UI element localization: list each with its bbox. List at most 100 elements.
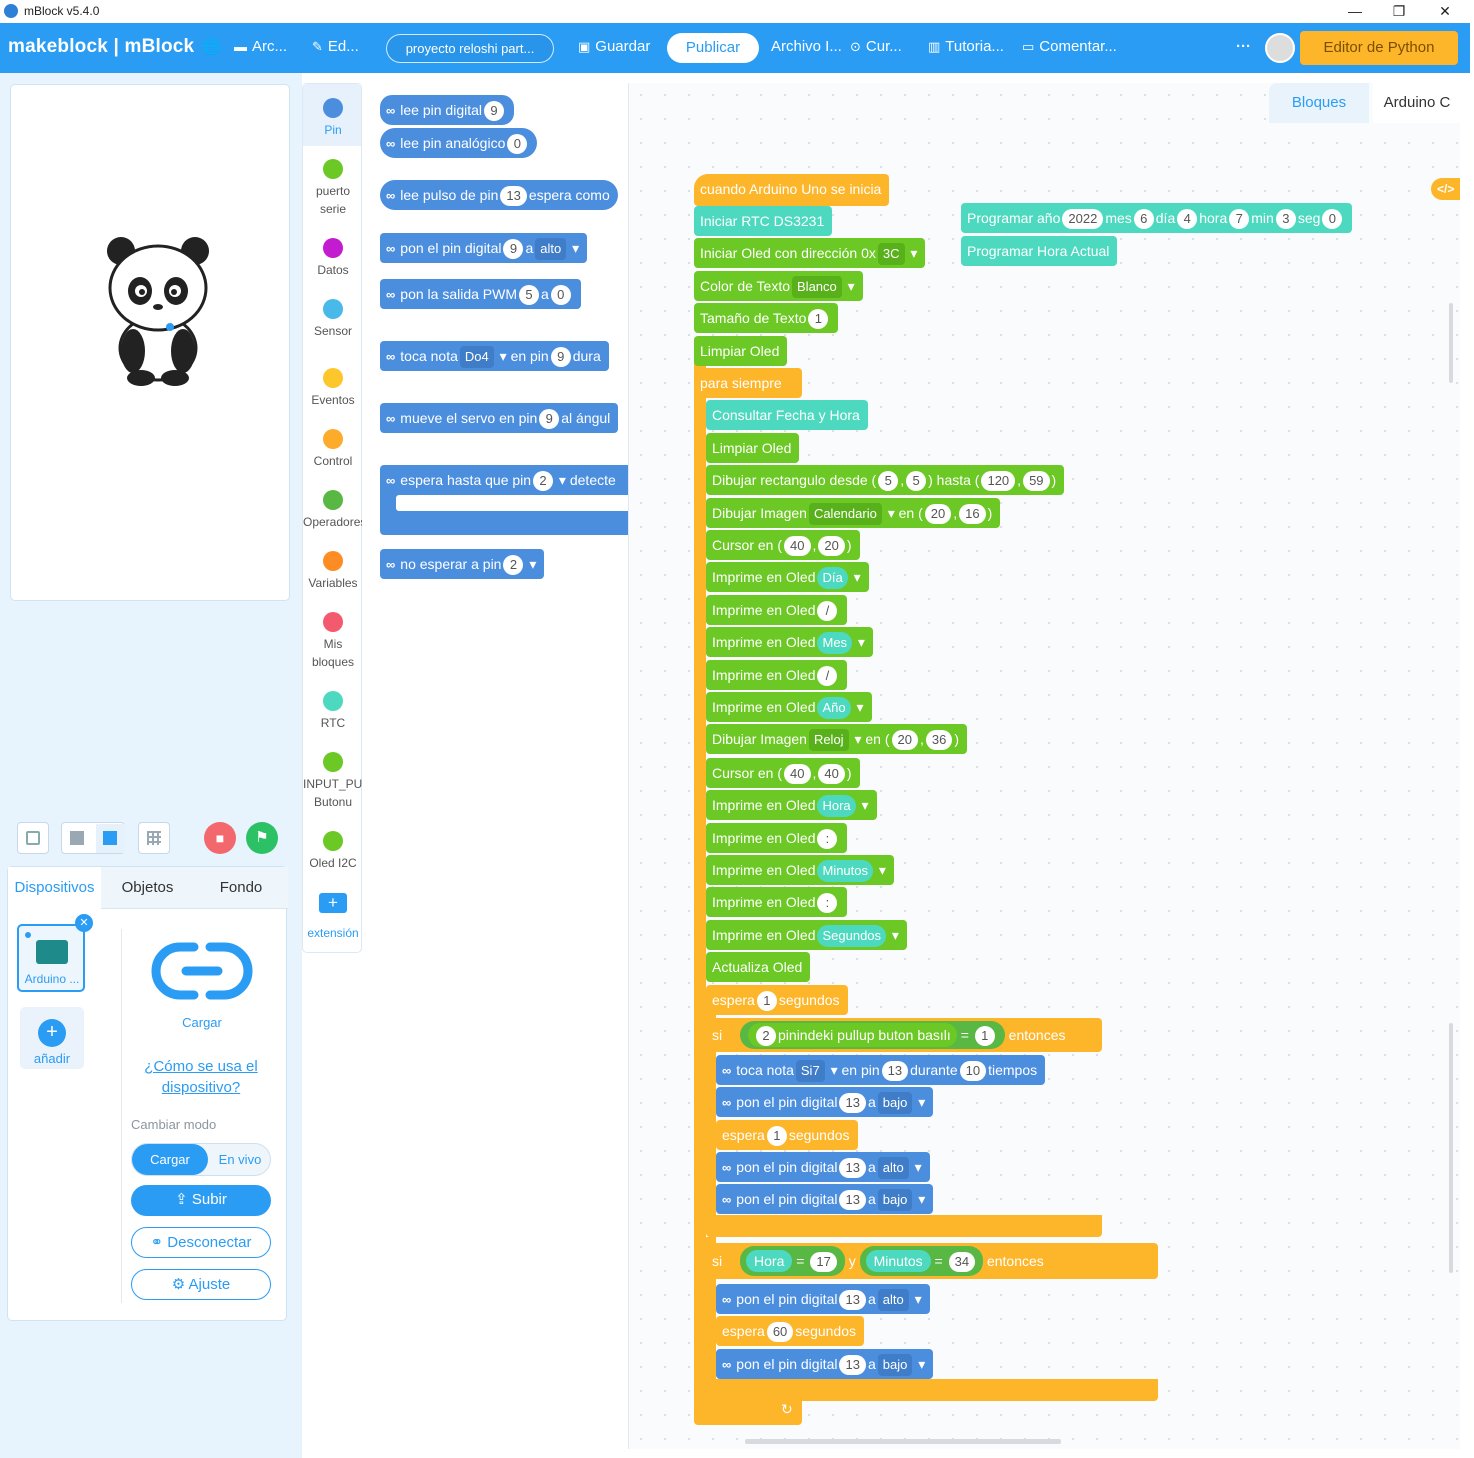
disconnect-button[interactable]: ⚭ Desconectar <box>131 1227 271 1258</box>
tab-sprites[interactable]: Objetos <box>101 867 194 909</box>
green-flag-button[interactable]: ⚑ <box>246 822 278 854</box>
category-operators[interactable]: Operadores <box>303 490 366 531</box>
palette-no-wait[interactable]: ∞ no esperar a pin 2 ▾ <box>380 549 545 579</box>
vertical-scrollbar[interactable] <box>1449 303 1453 383</box>
draw-image-calendar-block[interactable]: Dibujar Imagen Calendario ▾ en (20, 16) <box>706 498 1001 528</box>
set-pin-low-block-2[interactable]: ∞ pon el pin digital 13 a bajo ▾ <box>716 1184 934 1214</box>
close-button[interactable]: ✕ <box>1422 0 1468 23</box>
print-hour-block[interactable]: Imprime en Oled Hora ▾ <box>706 790 877 820</box>
mode-switch[interactable]: Cargar En vivo <box>131 1143 271 1176</box>
category-data[interactable]: Datos <box>303 238 363 279</box>
file-menu[interactable]: ▬ Arc... <box>234 38 287 55</box>
project-name-input[interactable]: proyecto reloshi part... <box>386 34 554 63</box>
text-size-block[interactable]: Tamaño de Texto 1 <box>694 303 839 333</box>
code-view-icon[interactable]: </> <box>1431 178 1460 200</box>
category-sensor[interactable]: Sensor <box>303 299 363 340</box>
help-link[interactable]: ¿Cómo se usa el dispositivo? <box>141 1056 261 1098</box>
archive-menu[interactable]: Archivo I... <box>771 38 842 55</box>
mode-live-option[interactable]: En vivo <box>210 1144 270 1175</box>
panda-sprite[interactable] <box>103 233 213 388</box>
remove-device-icon[interactable]: ✕ <box>75 914 93 932</box>
category-input-pullup[interactable]: INPUT_PULL Butonu <box>303 752 376 811</box>
course-menu[interactable]: ⊙ Cur... <box>850 38 902 55</box>
cursor-block-2[interactable]: Cursor en (40, 40) <box>706 758 860 788</box>
category-serial[interactable]: puerto serie <box>303 159 363 218</box>
add-extension-icon[interactable]: + <box>319 893 347 913</box>
category-pin[interactable]: Pin <box>303 98 363 139</box>
tab-arduino-code[interactable]: Arduino C <box>1373 83 1460 123</box>
script-hat-block[interactable]: cuando Arduino Uno se inicia <box>694 174 890 206</box>
wait-block-1[interactable]: espera 1 segundos <box>706 985 848 1015</box>
extension-label[interactable]: extensión <box>303 924 363 942</box>
language-globe-icon[interactable]: 🌐 <box>202 38 221 56</box>
print-minutes-block[interactable]: Imprime en Oled Minutos ▾ <box>706 855 894 885</box>
stage-canvas[interactable] <box>10 84 290 601</box>
print-seconds-block[interactable]: Imprime en Oled Segundos ▾ <box>706 920 907 950</box>
oled-init-block[interactable]: Iniciar Oled con dirección 0x 3C ▾ <box>694 238 926 268</box>
clear-oled-block[interactable]: Limpiar Oled <box>694 336 788 366</box>
save-button[interactable]: ▣ Guardar <box>578 38 650 55</box>
python-editor-button[interactable]: Editor de Python <box>1300 31 1458 65</box>
cursor-block-1[interactable]: Cursor en (40, 20) <box>706 530 860 560</box>
set-pin-low-block-1[interactable]: ∞ pon el pin digital 13 a bajo ▾ <box>716 1087 934 1117</box>
wait-block-2[interactable]: espera 1 segundos <box>716 1120 858 1150</box>
set-pin-high-block-1[interactable]: ∞ pon el pin digital 13 a alto ▾ <box>716 1152 930 1182</box>
palette-servo[interactable]: ∞ mueve el servo en pin 9 al ángul <box>380 403 619 433</box>
category-my-blocks[interactable]: Mis bloques <box>303 612 363 671</box>
tab-blocks[interactable]: Bloques <box>1269 83 1369 123</box>
connect-link-icon[interactable] <box>150 939 254 1003</box>
draw-rect-block[interactable]: Dibujar rectangulo desde (5, 5) hasta (12… <box>706 465 1065 495</box>
publish-button[interactable]: Publicar <box>667 33 759 63</box>
fullscreen-button[interactable] <box>17 822 49 854</box>
tab-background[interactable]: Fondo <box>194 867 288 909</box>
text-color-block[interactable]: Color de Texto Blanco ▾ <box>694 271 863 301</box>
palette-read-digital[interactable]: ∞ lee pin digital 9 <box>380 95 515 125</box>
category-rtc[interactable]: RTC <box>303 691 363 732</box>
add-device-button[interactable]: + añadir <box>20 1007 84 1069</box>
set-pin-low-block-3[interactable]: ∞ pon el pin digital 13 a bajo ▾ <box>716 1349 934 1379</box>
play-note-block[interactable]: ∞ toca nota Si7 ▾ en pin 13 durante 10 tiempos <box>716 1055 1046 1085</box>
category-events[interactable]: Eventos <box>303 368 363 409</box>
clear-oled-block-2[interactable]: Limpiar Oled <box>706 433 800 463</box>
edit-menu[interactable]: ✎ Ed... <box>312 38 359 55</box>
print-slash-block-2[interactable]: Imprime en Oled / <box>706 660 848 690</box>
script-workspace[interactable]: Bloques Arduino C </> ↻ cuando Arduino U… <box>628 83 1460 1449</box>
minimize-button[interactable]: — <box>1332 0 1378 23</box>
category-variables[interactable]: Variables <box>303 551 363 592</box>
print-colon-block-2[interactable]: Imprime en Oled: <box>706 887 848 917</box>
palette-set-digital[interactable]: ∞ pon el pin digital 9 a alto ▾ <box>380 233 588 263</box>
tutorials-menu[interactable]: ▥ Tutoria... <box>928 38 1004 55</box>
if-time-block[interactable]: si Hora = 17 y Minutos = 34 entonces <box>706 1243 1158 1279</box>
wait-block-3[interactable]: espera 60 segundos <box>716 1316 864 1346</box>
palette-read-analog[interactable]: ∞ lee pin analógico 0 <box>380 128 538 158</box>
print-year-block[interactable]: Imprime en Oled Año ▾ <box>706 692 872 722</box>
palette-read-pulse[interactable]: ∞ lee pulso de pin 13 espera como <box>380 180 618 210</box>
arduino-device-card[interactable]: Arduino ... ✕ <box>17 914 93 992</box>
set-date-block[interactable]: Programar año 2022 mes 6 día 4 hora 7 min 3 seg 0 <box>961 203 1353 233</box>
draw-image-clock-block[interactable]: Dibujar Imagen Reloj ▾ en (20, 36) <box>706 724 967 754</box>
set-pin-high-block-2[interactable]: ∞ pon el pin digital 13 a alto ▾ <box>716 1284 930 1314</box>
update-oled-block[interactable]: Actualiza Oled <box>706 952 811 982</box>
print-month-block[interactable]: Imprime en Oled Mes ▾ <box>706 627 873 657</box>
grid-view-button[interactable] <box>138 822 170 854</box>
palette-set-pwm[interactable]: ∞ pon la salida PWM 5 a 0 <box>380 279 581 309</box>
mode-upload-option[interactable]: Cargar <box>132 1144 208 1175</box>
category-control[interactable]: Control <box>303 429 363 470</box>
vertical-scrollbar-lower[interactable] <box>1449 1023 1453 1273</box>
restore-button[interactable]: ❐ <box>1376 0 1422 23</box>
more-menu-icon[interactable]: ··· <box>1236 38 1251 55</box>
user-avatar[interactable] <box>1265 33 1295 63</box>
if-button-block[interactable]: si 2 pinindeki pullup buton basılı = 1 en… <box>706 1018 1102 1052</box>
upload-button[interactable]: ⇪ Subir <box>131 1185 271 1216</box>
comment-menu[interactable]: ▭ Comentar... <box>1022 38 1117 55</box>
palette-play-note[interactable]: ∞ toca nota Do4 ▾ en pin 9 dura <box>380 341 609 371</box>
category-oled[interactable]: Oled I2C <box>303 831 363 872</box>
print-slash-block-1[interactable]: Imprime en Oled / <box>706 595 848 625</box>
horizontal-scrollbar[interactable] <box>745 1439 1061 1444</box>
layout-toggle[interactable] <box>61 822 125 854</box>
print-day-block[interactable]: Imprime en Oled Día ▾ <box>706 562 869 592</box>
print-colon-block-1[interactable]: Imprime en Oled: <box>706 823 848 853</box>
stop-button[interactable]: ■ <box>204 822 236 854</box>
query-datetime-block[interactable]: Consultar Fecha y Hora <box>706 400 868 430</box>
rtc-init-block[interactable]: Iniciar RTC DS3231 <box>694 206 833 236</box>
